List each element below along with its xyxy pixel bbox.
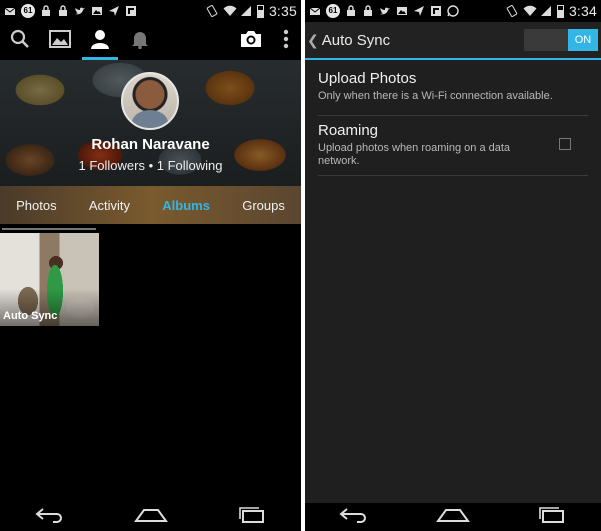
album-tile[interactable]: Auto Sync bbox=[0, 233, 99, 326]
overflow-icon bbox=[283, 29, 289, 54]
search-icon bbox=[10, 29, 30, 54]
pref-roaming[interactable]: Roaming Upload photos when roaming on a … bbox=[318, 122, 541, 168]
pref-summary: Only when there is a Wi-Fi connection av… bbox=[318, 90, 553, 102]
rotation-icon bbox=[506, 5, 518, 17]
camera-icon bbox=[239, 29, 263, 54]
pref-summary: Upload photos when roaming on a data net… bbox=[318, 142, 511, 167]
whatsapp-icon bbox=[447, 5, 459, 17]
lock-icon bbox=[57, 5, 69, 17]
home-nav-icon bbox=[436, 508, 470, 522]
twitter-icon bbox=[379, 5, 391, 17]
navigation-bar bbox=[305, 503, 601, 531]
page-title[interactable]: Auto Sync bbox=[322, 32, 390, 49]
avatar[interactable] bbox=[121, 72, 179, 130]
recents-nav-icon bbox=[238, 506, 264, 523]
signal-icon bbox=[540, 5, 552, 17]
profile-cover: Rohan Naravane 1 Followers • 1 Following bbox=[0, 60, 301, 186]
send-icon bbox=[413, 5, 425, 17]
navigation-bar bbox=[0, 503, 301, 531]
back-nav-icon bbox=[34, 507, 62, 523]
profile-name: Rohan Naravane bbox=[91, 136, 210, 153]
back-nav-icon bbox=[339, 507, 366, 523]
tab-groups[interactable]: Groups bbox=[234, 198, 293, 213]
up-caret-icon[interactable]: ❮ bbox=[307, 32, 319, 49]
status-bar: 61 bbox=[305, 0, 601, 22]
flipboard-icon bbox=[125, 5, 137, 17]
search-button[interactable] bbox=[0, 22, 40, 60]
flipboard-icon bbox=[430, 5, 442, 17]
tab-albums[interactable]: Albums bbox=[154, 198, 218, 213]
back-nav-button[interactable] bbox=[34, 507, 65, 528]
pref-title: Roaming bbox=[318, 122, 379, 139]
wifi-icon bbox=[523, 5, 537, 17]
status-time: 3:34 bbox=[568, 3, 597, 19]
pref-divider bbox=[318, 115, 588, 116]
status-time: 3:35 bbox=[268, 3, 297, 19]
recents-nav-icon bbox=[539, 506, 565, 523]
recents-nav-button[interactable] bbox=[237, 506, 267, 528]
recents-nav-button[interactable] bbox=[537, 506, 567, 528]
image-icon bbox=[91, 5, 103, 17]
image-icon bbox=[396, 5, 408, 17]
home-nav-icon bbox=[133, 508, 168, 522]
notification-count-badge: 61 bbox=[21, 4, 35, 18]
pref-divider bbox=[318, 175, 588, 176]
pref-title: Upload Photos bbox=[318, 70, 417, 87]
auto-sync-toggle[interactable]: ON bbox=[524, 29, 598, 51]
back-nav-button[interactable] bbox=[339, 507, 369, 528]
bell-icon bbox=[132, 29, 148, 54]
roaming-checkbox[interactable] bbox=[559, 138, 571, 150]
album-label: Auto Sync bbox=[3, 310, 58, 322]
action-bar: ❮ Auto Sync ON bbox=[305, 22, 601, 60]
notifications-button[interactable] bbox=[120, 22, 160, 60]
toggle-off-track bbox=[524, 29, 568, 51]
profile-screen: 61 3:35 Rohan Naravane 1 Followers • 1 F… bbox=[0, 0, 301, 531]
album-divider bbox=[2, 228, 96, 230]
overflow-menu-button[interactable] bbox=[271, 22, 301, 60]
profile-icon bbox=[91, 29, 109, 54]
home-nav-button[interactable] bbox=[436, 507, 470, 528]
notification-count-badge: 61 bbox=[326, 4, 340, 18]
lock-icon bbox=[345, 5, 357, 17]
twitter-icon bbox=[74, 5, 86, 17]
wifi-icon bbox=[223, 5, 237, 17]
profile-tabs: Photos Activity Albums Groups bbox=[0, 186, 301, 224]
send-icon bbox=[108, 5, 120, 17]
mail-icon bbox=[309, 5, 321, 17]
lock-icon bbox=[362, 5, 374, 17]
main-toolbar bbox=[0, 22, 301, 60]
mail-icon bbox=[4, 5, 16, 17]
profile-button[interactable] bbox=[80, 22, 120, 60]
gallery-icon bbox=[49, 29, 71, 53]
home-nav-button[interactable] bbox=[133, 507, 168, 528]
status-bar: 61 bbox=[0, 0, 301, 22]
signal-icon bbox=[240, 5, 252, 17]
auto-sync-screen: 61 3:34 ❮ Auto Sync ON Upload Photos Onl… bbox=[305, 0, 601, 531]
gallery-button[interactable] bbox=[40, 22, 80, 60]
tab-activity[interactable]: Activity bbox=[81, 198, 138, 213]
camera-button[interactable] bbox=[231, 22, 271, 60]
lock-icon bbox=[40, 5, 52, 17]
toggle-on-label: ON bbox=[568, 29, 598, 51]
battery-icon bbox=[256, 4, 264, 18]
follow-counts[interactable]: 1 Followers • 1 Following bbox=[0, 158, 301, 173]
pref-upload-photos[interactable]: Upload Photos Only when there is a Wi-Fi… bbox=[318, 70, 588, 103]
tab-photos[interactable]: Photos bbox=[8, 198, 64, 213]
battery-icon bbox=[556, 4, 564, 18]
rotation-icon bbox=[206, 5, 218, 17]
